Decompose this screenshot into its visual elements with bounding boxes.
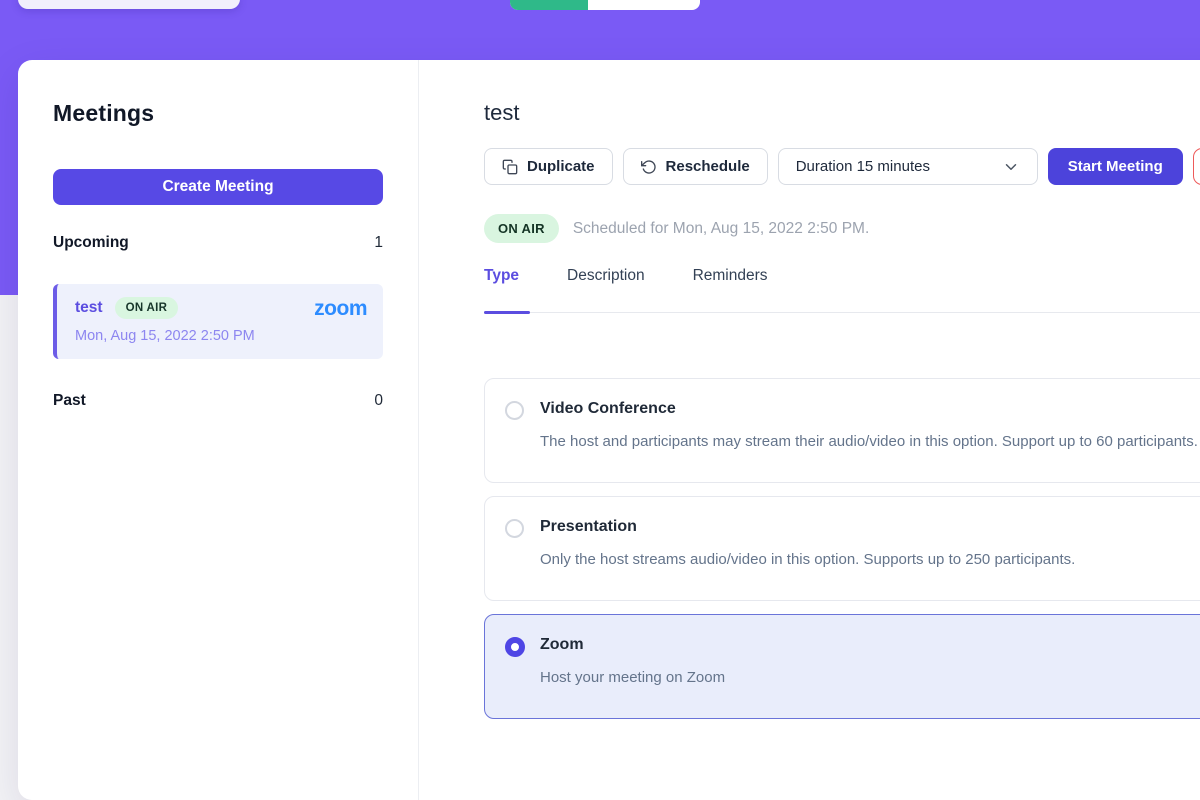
radio-column xyxy=(505,518,540,574)
tab-reminders[interactable]: Reminders xyxy=(693,266,768,285)
sidebar-divider xyxy=(418,60,419,800)
radio-unchecked-icon[interactable] xyxy=(505,519,524,538)
meeting-type-options: Video Conference The host and participan… xyxy=(484,378,1200,719)
chevron-down-icon xyxy=(1002,158,1020,176)
option-body: Presentation Only the host streams audio… xyxy=(540,518,1200,574)
radio-unchecked-icon[interactable] xyxy=(505,401,524,420)
duplicate-button[interactable]: Duplicate xyxy=(484,148,613,185)
option-body: Zoom Host your meeting on Zoom xyxy=(540,636,1200,692)
option-title: Video Conference xyxy=(540,400,1200,418)
sidebar-section-past[interactable]: Past 0 xyxy=(53,391,383,410)
onair-badge: ON AIR xyxy=(484,214,559,243)
duplicate-label: Duplicate xyxy=(527,158,595,175)
meeting-detail: test Duplicate Reschedule Duration 15 mi… xyxy=(484,60,1200,719)
option-description: The host and participants may stream the… xyxy=(540,428,1200,456)
radio-column xyxy=(505,636,540,692)
option-description: Host your meeting on Zoom xyxy=(540,664,1200,692)
reschedule-label: Reschedule xyxy=(666,158,750,175)
meeting-item-title: test xyxy=(75,299,103,317)
past-count: 0 xyxy=(374,391,383,410)
duration-select[interactable]: Duration 15 minutes xyxy=(778,148,1038,185)
meetings-sidebar: Meetings Create Meeting Upcoming 1 test … xyxy=(18,60,418,800)
past-label: Past xyxy=(53,391,86,410)
option-presentation[interactable]: Presentation Only the host streams audio… xyxy=(484,496,1200,601)
meeting-item-onair-badge: ON AIR xyxy=(115,297,179,319)
active-tab-underline xyxy=(484,311,530,314)
tab-type[interactable]: Type xyxy=(484,266,519,285)
header-pill-decoration xyxy=(18,0,240,9)
header-progress-fill xyxy=(510,0,588,10)
zoom-logo: zoom xyxy=(314,298,367,319)
detail-tabs: Type Description Reminders xyxy=(484,266,1200,313)
meeting-list-item[interactable]: test ON AIR zoom Mon, Aug 15, 2022 2:50 … xyxy=(53,284,383,359)
option-video-conference[interactable]: Video Conference The host and participan… xyxy=(484,378,1200,483)
meeting-toolbar: Duplicate Reschedule Duration 15 minutes… xyxy=(484,148,1200,185)
tab-description[interactable]: Description xyxy=(567,266,645,285)
header-progress-decoration xyxy=(510,0,700,10)
option-body: Video Conference The host and participan… xyxy=(540,400,1200,456)
meeting-item-datetime: Mon, Aug 15, 2022 2:50 PM xyxy=(75,328,367,344)
delete-meeting-button[interactable] xyxy=(1193,148,1200,185)
upcoming-label: Upcoming xyxy=(53,233,129,252)
option-title: Presentation xyxy=(540,518,1200,536)
radio-column xyxy=(505,400,540,456)
option-description: Only the host streams audio/video in thi… xyxy=(540,546,1200,574)
sidebar-section-upcoming[interactable]: Upcoming 1 xyxy=(53,233,383,252)
create-meeting-button[interactable]: Create Meeting xyxy=(53,169,383,205)
copy-icon xyxy=(502,159,518,175)
scheduled-text: Scheduled for Mon, Aug 15, 2022 2:50 PM. xyxy=(573,220,869,238)
app-panel: Meetings Create Meeting Upcoming 1 test … xyxy=(18,60,1200,800)
start-meeting-button[interactable]: Start Meeting xyxy=(1048,148,1183,185)
option-title: Zoom xyxy=(540,636,1200,654)
meeting-title: test xyxy=(484,100,1200,126)
sidebar-title: Meetings xyxy=(53,100,383,127)
meeting-item-header: test ON AIR zoom xyxy=(75,297,367,319)
upcoming-count: 1 xyxy=(374,233,383,252)
option-zoom[interactable]: Zoom Host your meeting on Zoom xyxy=(484,614,1200,719)
reschedule-icon xyxy=(641,159,657,175)
duration-value: Duration 15 minutes xyxy=(796,158,930,175)
meeting-status-row: ON AIR Scheduled for Mon, Aug 15, 2022 2… xyxy=(484,214,1200,243)
radio-checked-icon[interactable] xyxy=(505,637,525,657)
reschedule-button[interactable]: Reschedule xyxy=(623,148,768,185)
